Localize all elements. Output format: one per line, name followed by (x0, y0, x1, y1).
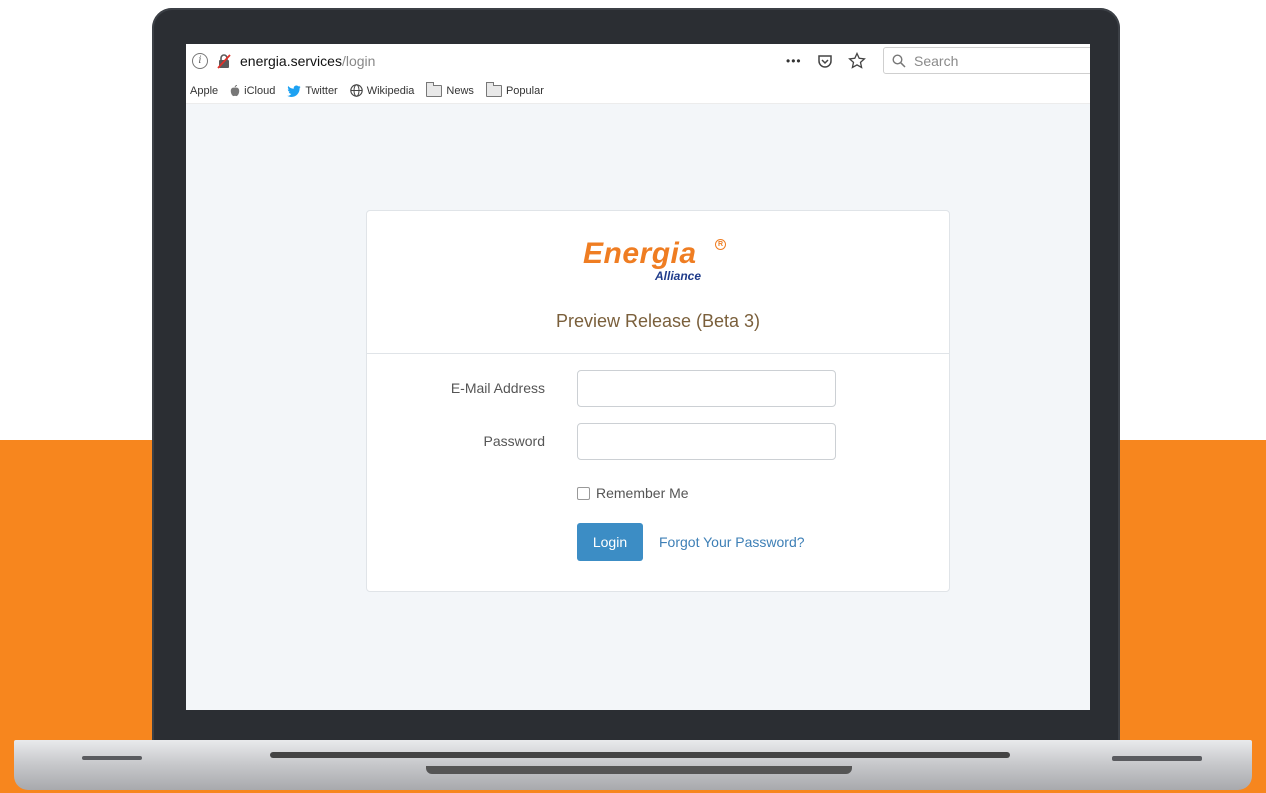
info-icon[interactable]: i (192, 53, 208, 69)
url-path: /login (341, 53, 376, 69)
password-field[interactable] (577, 423, 836, 460)
search-input[interactable]: Search (883, 47, 1090, 74)
url-domain: energia.services (240, 53, 342, 69)
bookmark-label: Wikipedia (366, 84, 415, 97)
bookmark-folder-news[interactable]: News (426, 81, 474, 97)
pocket-icon[interactable] (816, 52, 834, 70)
bookmark-icloud[interactable]: iCloud (230, 84, 276, 97)
bookmark-twitter[interactable]: Twitter (287, 84, 338, 97)
energia-logo: Energia R Alliance (583, 237, 733, 287)
forgot-password-link[interactable]: Forgot Your Password? (659, 534, 805, 550)
search-icon (892, 53, 906, 68)
bookmark-star-icon[interactable] (847, 52, 866, 70)
folder-icon (485, 81, 502, 97)
laptop-base (14, 740, 1252, 790)
bookmark-folder-popular[interactable]: Popular (485, 81, 544, 97)
speaker-grille-right (1112, 756, 1202, 761)
apple-icon (230, 84, 240, 96)
folder-icon (426, 81, 443, 97)
bookmark-label: Popular (505, 84, 544, 97)
password-row: Password (367, 423, 951, 461)
browser-window: i energia.services/login ••• Search Appl… (186, 44, 1090, 710)
address-bar: i energia.services/login ••• Search (186, 44, 1090, 79)
globe-icon (349, 84, 363, 97)
bookmark-apple[interactable]: Apple (190, 85, 218, 97)
bookmark-label: Twitter (305, 84, 338, 97)
login-card: Energia R Alliance Preview Release (Beta… (366, 210, 950, 592)
logo-wordmark: Energia (583, 237, 697, 270)
bookmarks-bar: Apple iCloud Twitter Wikipedia News Popu… (186, 78, 1090, 104)
remember-me-checkbox[interactable] (577, 486, 590, 500)
speaker-grille-left (82, 756, 142, 760)
trackpad-notch (426, 766, 852, 774)
url-actions: ••• (786, 44, 866, 78)
more-actions-button[interactable]: ••• (786, 54, 802, 68)
remember-me-label: Remember Me (596, 485, 689, 501)
login-button[interactable]: Login (577, 523, 643, 561)
remember-me[interactable]: Remember Me (577, 485, 689, 501)
insecure-lock-icon[interactable] (216, 53, 232, 69)
search-placeholder: Search (914, 52, 959, 69)
email-field[interactable] (577, 370, 836, 407)
logo-subtitle: Alliance (655, 269, 702, 283)
twitter-icon (287, 85, 301, 97)
password-label: Password (483, 433, 545, 449)
email-label: E-Mail Address (450, 380, 545, 396)
registered-mark: R (715, 239, 726, 250)
hinge-groove (270, 752, 1010, 758)
email-row: E-Mail Address (367, 370, 951, 408)
bookmark-label: iCloud (244, 84, 276, 97)
bookmark-label: Apple (190, 84, 219, 97)
release-title: Preview Release (Beta 3) (555, 311, 761, 331)
login-card-header: Energia R Alliance Preview Release (Beta… (367, 211, 949, 354)
url-field[interactable]: i energia.services/login (192, 44, 375, 78)
bookmark-wikipedia[interactable]: Wikipedia (349, 84, 415, 97)
bookmark-label: News (446, 84, 474, 97)
